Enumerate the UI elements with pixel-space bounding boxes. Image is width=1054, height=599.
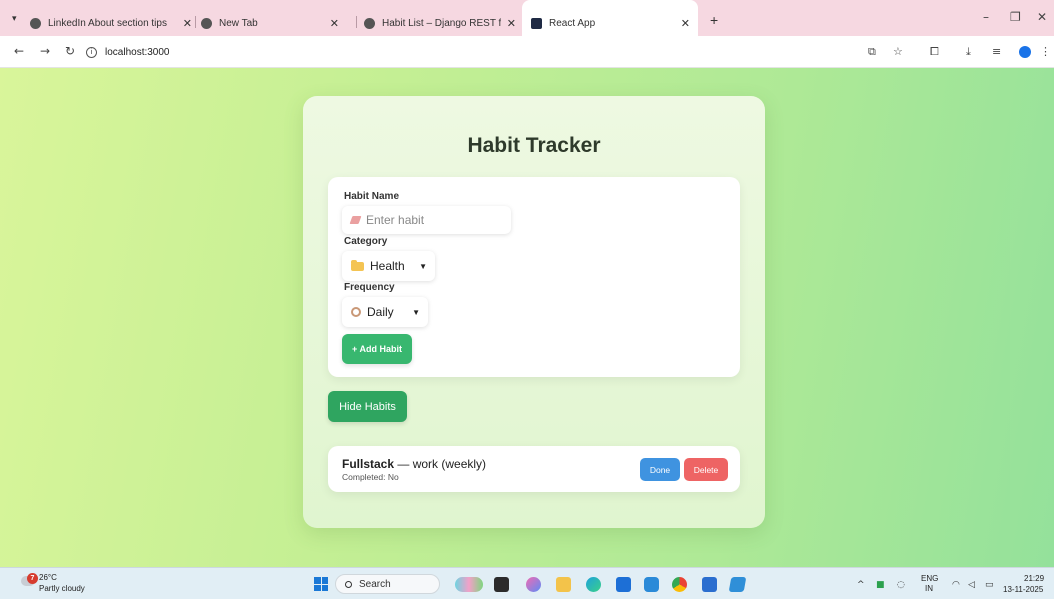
- tab-divider: [195, 16, 196, 28]
- habit-name-placeholder: Enter habit: [366, 213, 425, 227]
- clock-date[interactable]: 13-11-2025: [1003, 585, 1043, 594]
- pinned-app-icon[interactable]: [702, 577, 717, 592]
- back-icon[interactable]: ←: [14, 44, 24, 58]
- task-view-icon[interactable]: [494, 577, 509, 592]
- globe-icon: [364, 17, 375, 29]
- close-icon[interactable]: ✕: [681, 17, 690, 30]
- tab-title: LinkedIn About section tips: [48, 17, 167, 29]
- add-habit-form: Habit Name Enter habit Category Health ▼…: [328, 177, 740, 377]
- tab-title: React App: [549, 17, 596, 29]
- tab-title: New Tab: [219, 17, 258, 29]
- chevron-down-icon: ▼: [412, 307, 420, 317]
- reading-list-icon[interactable]: ≡: [992, 45, 1001, 58]
- done-button[interactable]: Done: [640, 458, 680, 481]
- search-label: Search: [359, 578, 391, 590]
- habit-detail: — work (weekly): [394, 457, 487, 471]
- taskbar: 7 26°C Partly cloudy Search ^ ■ ◌ ENG IN…: [0, 567, 1054, 599]
- close-icon[interactable]: ✕: [183, 17, 192, 30]
- close-window-button[interactable]: ✕: [1037, 10, 1047, 24]
- habit-summary: Fullstack — work (weekly): [342, 457, 486, 471]
- restore-button[interactable]: ❐: [1010, 10, 1021, 24]
- tray-app-icon[interactable]: ◌: [897, 580, 905, 590]
- extensions-icon[interactable]: ⧠: [930, 45, 939, 59]
- category-label: Category: [344, 236, 388, 247]
- windows-start-icon[interactable]: [314, 577, 328, 591]
- add-habit-button[interactable]: + Add Habit: [342, 334, 412, 364]
- frequency-select[interactable]: Daily ▼: [342, 297, 428, 327]
- hide-habits-button[interactable]: Hide Habits: [328, 391, 407, 422]
- chevron-down-icon: ▼: [419, 261, 427, 271]
- stopwatch-icon: [351, 307, 361, 317]
- profile-avatar[interactable]: [1019, 46, 1031, 58]
- minimize-button[interactable]: –: [983, 10, 989, 24]
- habit-name-label: Habit Name: [344, 191, 400, 202]
- tab-django[interactable]: Habit List – Django REST framew ✕: [364, 0, 516, 36]
- globe-icon: [201, 17, 212, 29]
- forward-icon[interactable]: →: [40, 44, 50, 58]
- info-icon[interactable]: i: [86, 46, 97, 58]
- outlook-icon[interactable]: [644, 577, 659, 592]
- install-app-icon[interactable]: ⧉: [868, 45, 876, 59]
- file-explorer-icon[interactable]: [556, 577, 571, 592]
- weather-temperature[interactable]: 26°C: [39, 573, 57, 582]
- clock-time[interactable]: 21:29: [1024, 574, 1044, 583]
- folder-icon: [351, 259, 364, 271]
- search-icon: [345, 580, 352, 588]
- tab-linkedin[interactable]: LinkedIn About section tips ✕: [30, 0, 192, 36]
- browser-toolbar: ← → ↻ i localhost:3000 ⧉ ☆ ⧠ ⤓ ≡ ⋮: [0, 36, 1054, 68]
- bookmark-star-icon[interactable]: ☆: [893, 45, 903, 58]
- language-region[interactable]: IN: [925, 584, 933, 593]
- new-tab-button[interactable]: +: [710, 13, 718, 27]
- weather-badge: 7: [27, 573, 38, 584]
- tab-react-app[interactable]: React App ✕: [522, 0, 698, 36]
- globe-icon: [30, 17, 41, 29]
- chrome-icon[interactable]: [672, 577, 687, 592]
- react-favicon-icon: [531, 17, 542, 29]
- pencil-icon: [349, 216, 362, 224]
- tab-strip: ▾ LinkedIn About section tips ✕ New Tab …: [0, 0, 1054, 36]
- widgets-icon[interactable]: [455, 577, 483, 592]
- volume-icon[interactable]: ◁: [968, 580, 975, 590]
- weather-condition[interactable]: Partly cloudy: [39, 584, 85, 593]
- edge-icon[interactable]: [586, 577, 601, 592]
- page-viewport: Habit Tracker Habit Name Enter habit Cat…: [0, 68, 1054, 567]
- habit-status: Completed: No: [342, 472, 399, 482]
- tab-title: Habit List – Django REST framew: [382, 17, 501, 29]
- close-icon[interactable]: ✕: [507, 17, 516, 30]
- tab-search-icon[interactable]: ▾: [12, 13, 17, 24]
- habit-list-item: Fullstack — work (weekly) Completed: No …: [328, 446, 740, 492]
- menu-dots-icon[interactable]: ⋮: [1040, 45, 1051, 58]
- page-title: Habit Tracker: [467, 134, 601, 157]
- category-value: Health: [370, 259, 405, 273]
- battery-icon[interactable]: ▭: [985, 580, 994, 590]
- delete-button[interactable]: Delete: [684, 458, 728, 481]
- tab-divider: [356, 16, 357, 28]
- download-icon[interactable]: ⤓: [966, 45, 971, 59]
- category-select[interactable]: Health ▼: [342, 251, 435, 281]
- tray-app-icon[interactable]: ■: [876, 580, 885, 590]
- chevron-up-icon[interactable]: ^: [857, 580, 865, 590]
- habit-name: Fullstack: [342, 457, 395, 471]
- store-icon[interactable]: [616, 577, 631, 592]
- habit-name-input[interactable]: Enter habit: [342, 206, 511, 234]
- close-icon[interactable]: ✕: [330, 17, 339, 30]
- habit-tracker-card: Habit Tracker Habit Name Enter habit Cat…: [303, 96, 765, 528]
- frequency-value: Daily: [367, 305, 394, 319]
- tab-new-tab[interactable]: New Tab ✕: [201, 0, 339, 36]
- reload-icon[interactable]: ↻: [65, 44, 75, 58]
- frequency-label: Frequency: [344, 282, 395, 293]
- vscode-icon[interactable]: [728, 577, 747, 592]
- url-text: localhost:3000: [105, 46, 170, 58]
- wifi-icon[interactable]: ◠: [952, 580, 960, 590]
- address-bar[interactable]: i localhost:3000: [86, 41, 862, 63]
- taskbar-search[interactable]: Search: [335, 574, 440, 594]
- copilot-icon[interactable]: [526, 577, 541, 592]
- language-indicator[interactable]: ENG: [921, 574, 938, 583]
